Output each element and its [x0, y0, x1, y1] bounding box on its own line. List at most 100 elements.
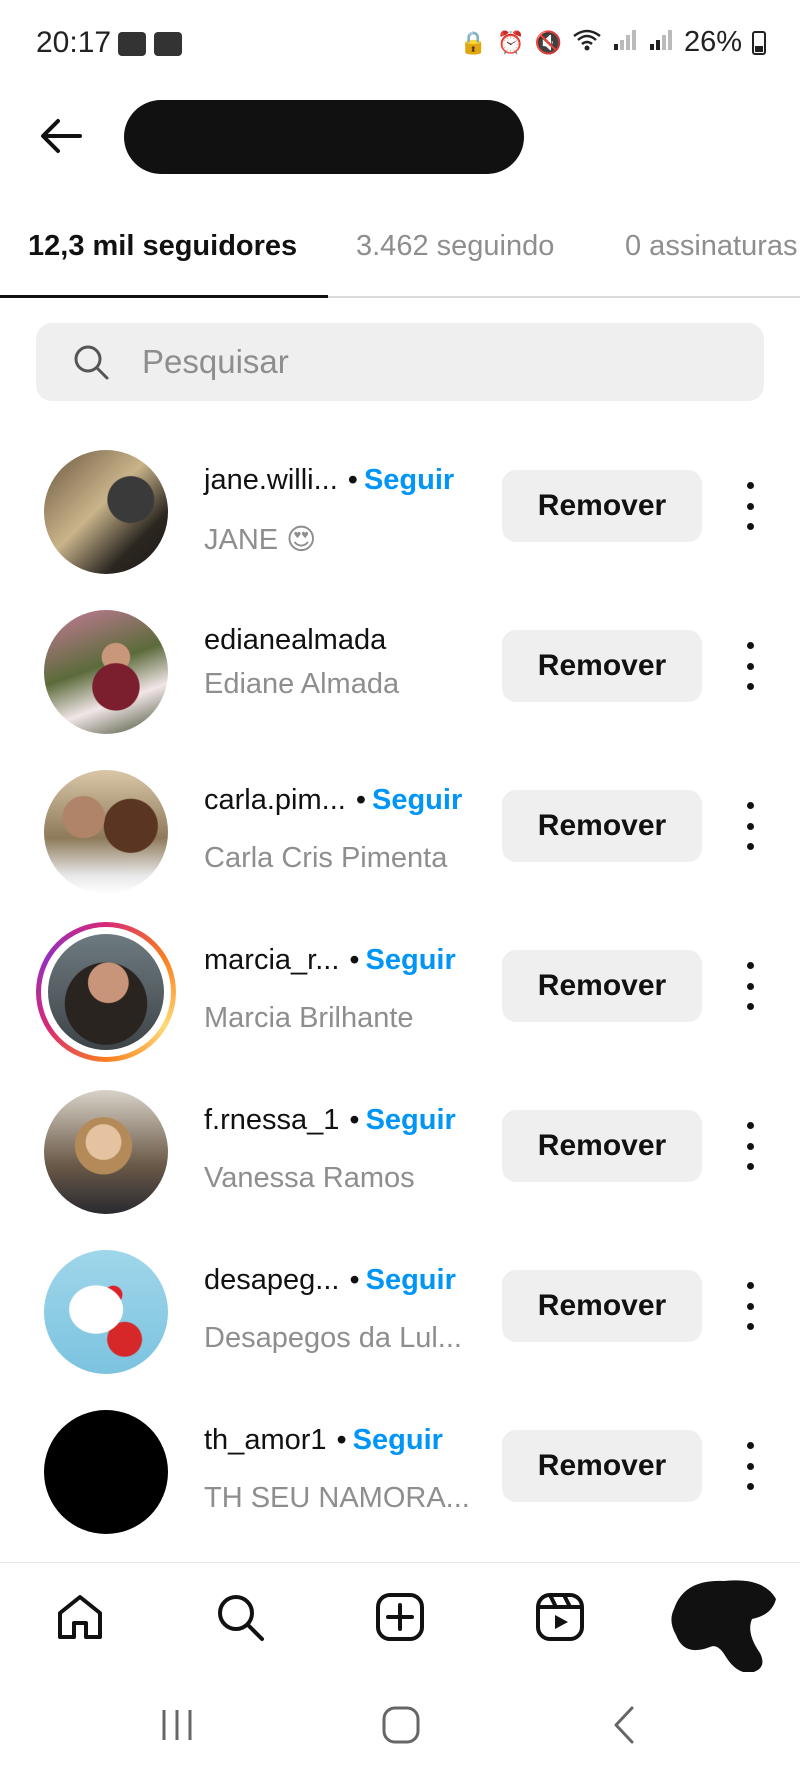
- username-row: th_amor1 • Seguir: [204, 1424, 443, 1457]
- nav-home[interactable]: [52, 1589, 108, 1645]
- avatar[interactable]: [44, 610, 168, 734]
- full-name: Vanessa Ramos: [204, 1162, 415, 1194]
- separator-dot: •: [347, 464, 358, 496]
- bottom-navigation: [0, 1562, 800, 1673]
- back-button-icon[interactable]: [600, 1702, 650, 1748]
- follow-button[interactable]: Seguir: [366, 944, 456, 976]
- full-name: Marcia Brilhante: [204, 1002, 414, 1034]
- signal-icon: [648, 28, 674, 58]
- follow-button[interactable]: Seguir: [366, 1104, 456, 1136]
- home-icon: [58, 1595, 102, 1639]
- separator-dot: •: [355, 784, 366, 816]
- search-placeholder: Pesquisar: [142, 343, 289, 380]
- remove-button[interactable]: Remover: [502, 950, 702, 1022]
- username[interactable]: edianealmada: [204, 624, 386, 656]
- remove-button[interactable]: Remover: [502, 630, 702, 702]
- avatar[interactable]: [44, 450, 168, 574]
- more-vertical-icon[interactable]: [732, 1436, 768, 1496]
- remove-button[interactable]: Remover: [502, 470, 702, 542]
- reels-icon: [536, 1593, 584, 1641]
- status-icons: 🔒 ⏰ 🔇 26%: [460, 26, 766, 59]
- list-item[interactable]: edianealmada Ediane Almada Remover: [0, 590, 800, 750]
- more-vertical-icon[interactable]: [732, 476, 768, 536]
- list-item[interactable]: desapeg... • Seguir Desapegos da Lul... Re…: [0, 1230, 800, 1390]
- tab-following[interactable]: 3.462 seguindo: [356, 230, 554, 263]
- full-name: Ediane Almada: [204, 668, 400, 700]
- avatar[interactable]: [44, 1250, 168, 1374]
- list-item[interactable]: f.rnessa_1 • Seguir Vanessa Ramos Remover: [0, 1070, 800, 1230]
- voicemail-icon: [154, 32, 182, 56]
- remove-button[interactable]: Remover: [502, 790, 702, 862]
- nav-search[interactable]: [212, 1589, 268, 1645]
- follow-button[interactable]: Seguir: [372, 784, 462, 816]
- separator-dot: •: [349, 944, 360, 976]
- more-vertical-icon[interactable]: [732, 1276, 768, 1336]
- full-name: Carla Cris Pimenta: [204, 842, 448, 874]
- back-button[interactable]: [34, 108, 90, 164]
- notification-icons: [118, 32, 182, 56]
- tab-bar: 12,3 mil seguidores 3.462 seguindo 0 ass…: [0, 218, 800, 298]
- active-tab-indicator: [0, 295, 328, 298]
- voicemail-icon: [118, 32, 146, 56]
- search-icon: [218, 1595, 264, 1641]
- battery-level: 26%: [683, 26, 742, 58]
- list-item[interactable]: marcia_r... • Seguir Marcia Brilhante Remo…: [0, 910, 800, 1070]
- tab-followers[interactable]: 12,3 mil seguidores: [28, 230, 297, 263]
- full-name: JANE 😍: [204, 524, 317, 556]
- separator-dot: •: [349, 1104, 360, 1136]
- home-button-icon[interactable]: [376, 1702, 426, 1748]
- system-navigation-bar: [0, 1672, 800, 1778]
- full-name: Desapegos da Lul...: [204, 1322, 462, 1354]
- status-time: 20:17: [36, 26, 112, 59]
- tab-subscriptions[interactable]: 0 assinaturas: [625, 230, 798, 263]
- follow-button[interactable]: Seguir: [353, 1424, 443, 1456]
- avatar[interactable]: [44, 770, 168, 894]
- full-name: TH SEU NAMORA...: [204, 1482, 470, 1514]
- recent-apps-icon[interactable]: [152, 1702, 202, 1748]
- create-post-icon: [376, 1593, 424, 1641]
- nav-reels[interactable]: [532, 1589, 588, 1645]
- avatar[interactable]: [44, 1090, 168, 1214]
- page-title-redacted: [124, 100, 524, 174]
- username[interactable]: th_amor1: [204, 1424, 327, 1456]
- more-vertical-icon[interactable]: [732, 796, 768, 856]
- more-vertical-icon[interactable]: [732, 636, 768, 696]
- nav-profile[interactable]: [664, 1569, 784, 1679]
- remove-button[interactable]: Remover: [502, 1270, 702, 1342]
- wifi-icon: [572, 28, 602, 58]
- battery-icon: [752, 30, 766, 55]
- remove-button[interactable]: Remover: [502, 1110, 702, 1182]
- avatar[interactable]: [48, 934, 164, 1050]
- username-row: marcia_r... • Seguir: [204, 944, 456, 977]
- search-icon: [74, 345, 109, 380]
- follow-button[interactable]: Seguir: [366, 1264, 456, 1296]
- nav-create[interactable]: [372, 1589, 428, 1645]
- username-row: desapeg... • Seguir: [204, 1264, 456, 1297]
- search-input[interactable]: Pesquisar: [36, 323, 764, 401]
- username[interactable]: carla.pim...: [204, 784, 346, 816]
- username-row: jane.willi... • Seguir: [204, 464, 454, 497]
- alarm-icon: ⏰: [497, 29, 525, 55]
- lock-icon: 🔒: [459, 29, 488, 55]
- signal-icon: [612, 28, 638, 58]
- follow-button[interactable]: Seguir: [364, 464, 454, 496]
- arrow-left-icon: [41, 119, 82, 153]
- username[interactable]: jane.willi...: [204, 464, 338, 496]
- username[interactable]: marcia_r...: [204, 944, 339, 976]
- mute-icon: 🔇: [534, 29, 562, 55]
- separator-dot: •: [336, 1424, 347, 1456]
- username-row: carla.pim... • Seguir: [204, 784, 462, 817]
- username[interactable]: desapeg...: [204, 1264, 339, 1296]
- username-row: f.rnessa_1 • Seguir: [204, 1104, 456, 1137]
- list-item[interactable]: th_amor1 • Seguir TH SEU NAMORA... Remover: [0, 1390, 800, 1550]
- status-bar: 20:17 🔒 ⏰ 🔇 26%: [0, 0, 800, 90]
- remove-button[interactable]: Remover: [502, 1430, 702, 1502]
- separator-dot: •: [349, 1264, 360, 1296]
- username[interactable]: f.rnessa_1: [204, 1104, 339, 1136]
- avatar[interactable]: [44, 1410, 168, 1534]
- list-item[interactable]: carla.pim... • Seguir Carla Cris Pimenta R…: [0, 750, 800, 910]
- more-vertical-icon[interactable]: [732, 956, 768, 1016]
- list-item[interactable]: jane.willi... • Seguir JANE 😍 Remover: [0, 430, 800, 590]
- more-vertical-icon[interactable]: [732, 1116, 768, 1176]
- profile-icon: [671, 1580, 776, 1673]
